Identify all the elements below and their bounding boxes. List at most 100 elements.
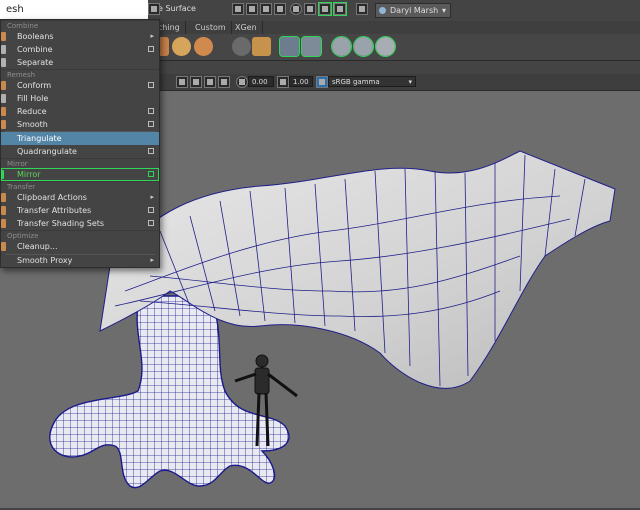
render-setup-icon[interactable] <box>304 3 316 15</box>
camera-tool-icon[interactable] <box>279 36 300 57</box>
menu-item-conform[interactable]: Conform <box>1 79 159 92</box>
gamma-icon[interactable] <box>277 76 289 88</box>
render-sequence-icon[interactable] <box>246 3 258 15</box>
menu-item-label: Smooth <box>17 120 48 129</box>
panel-icon-d[interactable] <box>218 76 230 88</box>
menu-item-label: Booleans <box>17 32 54 41</box>
make-live-label[interactable]: e Surface <box>158 4 196 13</box>
section-optimize: Optimize <box>1 230 159 240</box>
tab-custom[interactable]: Custom <box>190 21 232 34</box>
menu-item-booleans[interactable]: Booleans ▸ <box>1 30 159 43</box>
transfer-attributes-icon <box>1 206 6 215</box>
menu-item-cleanup[interactable]: Cleanup... <box>1 240 159 253</box>
transfer-shading-icon <box>1 219 6 228</box>
hypershade-icon[interactable] <box>290 3 302 15</box>
menu-item-clipboard-actions[interactable]: Clipboard Actions ▸ <box>1 191 159 204</box>
menu-item-smooth[interactable]: Smooth <box>1 118 159 131</box>
shelf-icons <box>148 34 640 61</box>
color-space-value: sRGB gamma <box>332 78 380 86</box>
option-box-icon[interactable] <box>148 82 154 88</box>
panel-icon-c[interactable] <box>204 76 216 88</box>
menu-item-label: Separate <box>17 58 54 67</box>
option-box-icon[interactable] <box>148 148 154 154</box>
menu-item-fill-hole[interactable]: Fill Hole <box>1 92 159 105</box>
clipboard-icon <box>1 193 6 202</box>
separate-icon <box>1 58 6 67</box>
particle-icon[interactable] <box>232 37 251 56</box>
exposure-value: 0.00 <box>252 78 268 86</box>
menu-item-smooth-proxy[interactable]: Smooth Proxy ▸ <box>1 254 159 267</box>
menu-item-reduce[interactable]: Reduce <box>1 105 159 118</box>
menu-item-label: Fill Hole <box>17 94 49 103</box>
cluster-icon[interactable] <box>375 36 396 57</box>
panel-icon-b[interactable] <box>190 76 202 88</box>
menu-item-label: Clipboard Actions <box>17 193 87 202</box>
chevron-down-icon: ▾ <box>441 6 446 15</box>
ipr-render-icon[interactable] <box>260 3 272 15</box>
option-box-icon[interactable] <box>148 171 154 177</box>
exposure-field[interactable]: 0.00 <box>248 76 274 87</box>
account-name: Daryl Marsh <box>390 6 439 15</box>
uv-shell-icon[interactable] <box>194 37 213 56</box>
menu-item-label: Transfer Shading Sets <box>17 219 105 228</box>
tab-xgen[interactable]: XGen <box>230 21 263 34</box>
reduce-icon <box>1 107 6 116</box>
wrap-deformer-icon[interactable] <box>331 36 352 57</box>
menu-item-transfer-attributes[interactable]: Transfer Attributes <box>1 204 159 217</box>
menu-item-separate[interactable]: Separate <box>1 56 159 69</box>
exposure-icon[interactable] <box>236 76 248 88</box>
blendshape-icon[interactable] <box>353 36 374 57</box>
section-mirror: Mirror <box>1 158 159 168</box>
render-frame-icon[interactable] <box>232 3 244 15</box>
section-combine: Combine <box>1 20 159 30</box>
mesh-menu-dropdown: Combine Booleans ▸ Combine Separate Reme… <box>0 19 160 268</box>
menu-item-label: Cleanup... <box>17 242 58 251</box>
mirror-icon <box>1 170 4 179</box>
option-box-icon[interactable] <box>148 121 154 127</box>
section-remesh: Remesh <box>1 69 159 79</box>
menu-item-label: Mirror <box>17 170 41 179</box>
section-transfer: Transfer <box>1 181 159 191</box>
gamma-field[interactable]: 1.00 <box>289 76 313 87</box>
menu-item-quadrangulate[interactable]: Quadrangulate <box>1 145 159 158</box>
chevron-down-icon: ▾ <box>408 78 412 86</box>
menu-item-mirror[interactable]: Mirror <box>1 168 159 181</box>
menu-item-triangulate[interactable]: Triangulate <box>1 132 159 145</box>
menu-item-label: Quadrangulate <box>17 147 77 156</box>
option-box-icon[interactable] <box>148 46 154 52</box>
sculpt-icon[interactable] <box>172 37 191 56</box>
option-box-icon[interactable] <box>148 220 154 226</box>
combine-icon <box>1 45 6 54</box>
menu-item-label: Reduce <box>17 107 47 116</box>
fill-hole-icon <box>1 94 6 103</box>
smooth-icon <box>1 120 6 129</box>
submenu-arrow-icon: ▸ <box>150 256 154 264</box>
menu-item-label: Triangulate <box>17 134 62 143</box>
option-box-icon[interactable] <box>148 108 154 114</box>
texture-icon[interactable] <box>252 37 271 56</box>
color-management-icon[interactable] <box>316 76 328 88</box>
menu-search-value: esh <box>6 4 24 15</box>
render-settings-icon[interactable] <box>274 3 286 15</box>
panel-icon-a[interactable] <box>176 76 188 88</box>
cleanup-icon <box>1 242 6 251</box>
submenu-arrow-icon: ▸ <box>150 193 154 201</box>
make-live-icon[interactable] <box>148 3 160 15</box>
color-space-dropdown[interactable]: sRGB gamma ▾ <box>328 76 416 87</box>
option-box-icon[interactable] <box>148 207 154 213</box>
menu-item-combine[interactable]: Combine <box>1 43 159 56</box>
account-menu-button[interactable]: Daryl Marsh ▾ <box>375 3 451 18</box>
conform-icon <box>1 81 6 90</box>
menu-set-search-field[interactable]: esh <box>0 0 148 19</box>
menu-item-label: Transfer Attributes <box>17 206 92 215</box>
sidebar-toggle-icon[interactable] <box>356 3 368 15</box>
menu-item-label: Conform <box>17 81 52 90</box>
menu-item-label: Smooth Proxy <box>17 256 73 265</box>
menu-item-transfer-shading-sets[interactable]: Transfer Shading Sets <box>1 217 159 230</box>
gamma-value: 1.00 <box>293 78 309 86</box>
character-controls-icon[interactable] <box>333 2 347 16</box>
character-icon[interactable] <box>301 36 322 57</box>
menu-item-label: Combine <box>17 45 53 54</box>
user-icon <box>379 7 386 14</box>
modeling-toolkit-icon[interactable] <box>318 2 332 16</box>
